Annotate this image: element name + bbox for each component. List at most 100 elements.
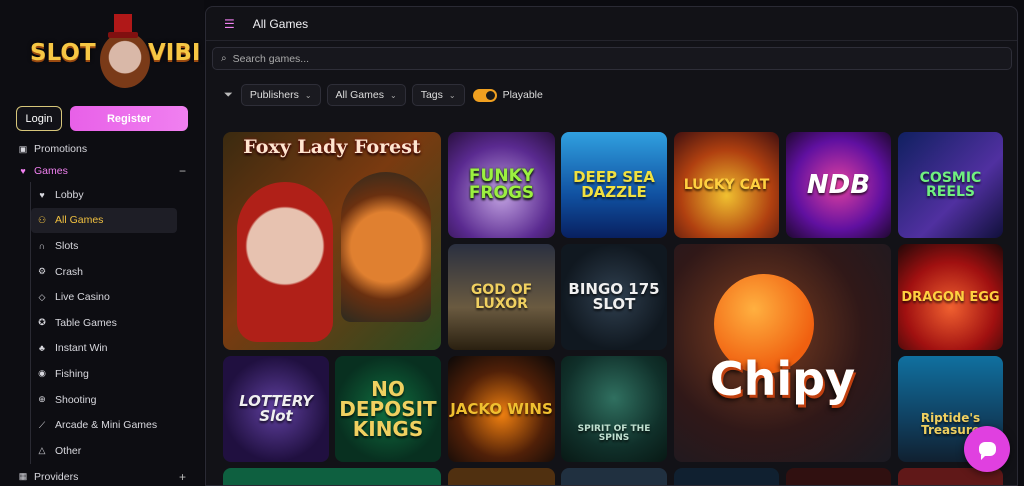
clover-icon: ♣ xyxy=(39,343,45,354)
chip-icon: ✪ xyxy=(38,317,46,328)
sidebar-nav: ▣ Promotions ♥ Games − ♥ Lobby ⚇ All Gam… xyxy=(0,138,204,486)
sidebar-item-promotions[interactable]: ▣ Promotions xyxy=(0,138,204,160)
game-tile[interactable] xyxy=(223,468,441,485)
sidebar-item-label: Table Games xyxy=(55,316,117,329)
sidebar-item-fishing[interactable]: ◉ Fishing xyxy=(31,361,204,387)
sidebar-item-label: Crash xyxy=(55,265,84,278)
heart-icon: ♥ xyxy=(20,166,26,176)
select-label: Publishers xyxy=(249,89,299,101)
sidebar-item-label: Providers xyxy=(34,470,79,483)
game-tile-lucky-cat[interactable]: LUCKY CAT xyxy=(674,132,779,238)
game-tile-deep-sea-dazzle[interactable]: DEEP SEA DAZZLE xyxy=(561,132,667,238)
sidebar-item-label: Other xyxy=(55,444,82,457)
game-tile-lottery-slot[interactable]: LOTTERY Slot xyxy=(223,356,329,462)
sidebar-item-providers[interactable]: ▦ Providers + xyxy=(0,466,204,486)
chevron-down-icon: ⌄ xyxy=(304,90,312,100)
sidebar-item-all-games[interactable]: ⚇ All Games xyxy=(31,207,177,234)
chat-icon xyxy=(978,442,996,460)
brand-logo[interactable]: SLOT VIBI xyxy=(28,14,201,90)
game-title: NDB xyxy=(806,170,871,200)
login-button[interactable]: Login xyxy=(16,106,62,131)
game-title: BINGO 175 SLOT xyxy=(568,280,660,313)
sidebar-item-label: Shooting xyxy=(55,393,97,406)
game-tile-bingo-175[interactable]: BINGO 175 SLOT xyxy=(561,244,667,350)
sidebar-item-label: Live Casino xyxy=(55,291,110,304)
sidebar-item-live-casino[interactable]: ◇ Live Casino xyxy=(31,284,204,310)
logo-text-left: SLOT xyxy=(30,40,96,66)
tags-select[interactable]: Tags ⌄ xyxy=(411,84,465,106)
game-tile-no-deposit-kings[interactable]: NO DEPOSIT KINGS xyxy=(335,356,441,462)
game-title: JACKO WINS xyxy=(450,399,553,418)
game-tile-chipy[interactable]: Chipy xyxy=(674,244,891,462)
sidebar-item-label: Promotions xyxy=(34,143,88,155)
game-title: GOD OF LUXOR xyxy=(470,282,533,312)
sidebar-item-slots[interactable]: ∩ Slots xyxy=(31,233,204,259)
game-title: DRAGON EGG xyxy=(901,289,1000,305)
game-title: FUNKY FROGS xyxy=(468,166,535,203)
sidebar-item-instant-win[interactable]: ♣ Instant Win xyxy=(31,336,204,362)
chevron-down-icon: ⌄ xyxy=(448,90,456,100)
search-input[interactable]: ⌕ Search games... xyxy=(212,47,1012,70)
game-title: COSMIC REELS xyxy=(919,170,982,200)
game-title: NO DEPOSIT KINGS xyxy=(339,377,437,441)
game-tile-dragon-egg[interactable]: DRAGON EGG xyxy=(898,244,1003,350)
heart-icon: ♥ xyxy=(39,189,45,200)
game-title: Chipy xyxy=(709,352,856,406)
sidebar-item-label: All Games xyxy=(55,214,104,227)
expand-icon[interactable]: + xyxy=(179,470,186,484)
game-tile[interactable] xyxy=(448,468,555,485)
sidebar-item-label: Games xyxy=(34,165,68,177)
filter-icon[interactable]: ⏷ xyxy=(224,89,233,102)
gift-icon: ▣ xyxy=(18,143,28,154)
auth-buttons: Login Register xyxy=(16,106,188,131)
game-tile-god-of-luxor[interactable]: GOD OF LUXOR xyxy=(448,244,555,350)
gear-icon: ⚙ xyxy=(37,266,47,277)
headphones-icon: ∩ xyxy=(38,240,46,251)
sidebar-item-label: Fishing xyxy=(55,367,89,380)
sidebar: SLOT VIBI Login Register ▣ Promotions ♥ … xyxy=(0,0,204,486)
game-tile-ndb[interactable]: NDB xyxy=(786,132,891,238)
logo-text-right: VIBI xyxy=(148,40,201,66)
filter-bar: ⏷ Publishers ⌄ All Games ⌄ Tags ⌄ Playab… xyxy=(224,84,543,106)
game-tile[interactable] xyxy=(786,468,891,485)
game-tile-cosmic-reels[interactable]: COSMIC REELS xyxy=(898,132,1003,238)
sidebar-item-label: Lobby xyxy=(55,188,84,201)
register-button[interactable]: Register xyxy=(70,106,188,131)
sidebar-item-crash[interactable]: ⚙ Crash xyxy=(31,259,204,285)
game-tile-funky-frogs[interactable]: FUNKY FROGS xyxy=(448,132,555,238)
select-label: All Games xyxy=(335,89,384,101)
game-title: DEEP SEA DAZZLE xyxy=(573,168,655,201)
sidebar-item-label: Instant Win xyxy=(55,342,108,355)
shapes-icon: △ xyxy=(38,445,46,456)
game-grid: Foxy Lady Forest FUNKY FROGS DEEP SEA DA… xyxy=(223,132,1013,485)
app-root: SLOT VIBI Login Register ▣ Promotions ♥ … xyxy=(0,0,1024,486)
select-label: Tags xyxy=(420,89,443,101)
target-icon: ⊕ xyxy=(38,394,46,405)
publishers-select[interactable]: Publishers ⌄ xyxy=(240,84,321,106)
page-title: All Games xyxy=(252,16,309,31)
chevron-down-icon: ⌄ xyxy=(389,90,397,100)
grid-icon: ▦ xyxy=(18,471,28,482)
fish-icon: ◉ xyxy=(38,368,46,379)
chat-button[interactable] xyxy=(964,426,1010,472)
game-tile[interactable] xyxy=(674,468,779,485)
game-title: SPIRIT OF THE SPINS xyxy=(577,424,651,443)
game-tile-spirit-of-the-spins[interactable]: SPIRIT OF THE SPINS xyxy=(561,356,667,462)
sidebar-item-other[interactable]: △ Other xyxy=(31,438,204,464)
fox-image xyxy=(341,172,431,322)
menu-icon[interactable]: ☰ xyxy=(224,17,235,31)
game-type-select[interactable]: All Games ⌄ xyxy=(326,84,406,106)
sidebar-item-games[interactable]: ♥ Games − xyxy=(0,160,204,182)
playable-toggle[interactable] xyxy=(472,88,497,102)
game-tile-foxy-lady-forest[interactable]: Foxy Lady Forest xyxy=(223,132,441,350)
sidebar-item-lobby[interactable]: ♥ Lobby xyxy=(31,182,204,208)
sidebar-item-arcade[interactable]: ⟋ Arcade & Mini Games xyxy=(31,412,204,438)
sidebar-item-label: Slots xyxy=(55,239,79,252)
sidebar-item-shooting[interactable]: ⊕ Shooting xyxy=(31,387,204,413)
sidebar-item-table-games[interactable]: ✪ Table Games xyxy=(31,310,204,336)
collapse-icon[interactable]: − xyxy=(179,164,186,178)
game-tile[interactable] xyxy=(561,468,667,485)
games-subnav: ♥ Lobby ⚇ All Games ∩ Slots ⚙ Crash ◇ Li… xyxy=(30,182,204,464)
search-icon: ⌕ xyxy=(221,53,227,64)
game-tile-jacko-wins[interactable]: JACKO WINS xyxy=(448,356,555,462)
